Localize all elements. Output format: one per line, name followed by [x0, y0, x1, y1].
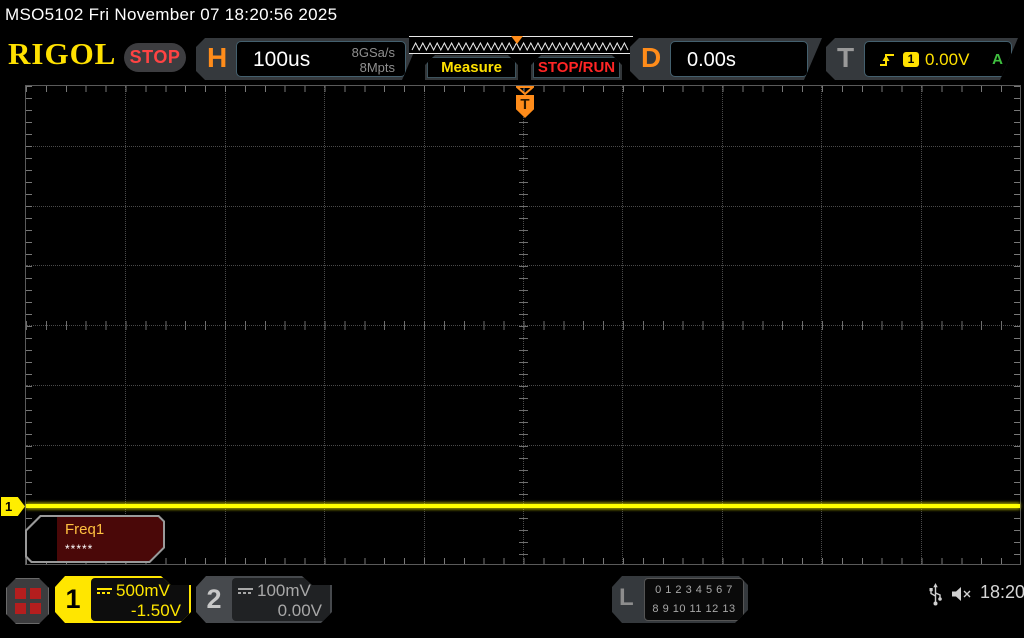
trigger-sweep-mode: A: [992, 51, 1003, 68]
trigger-position-marker[interactable]: T: [516, 86, 534, 118]
measurement-freq1-inner: Freq1 *****: [27, 517, 163, 561]
stop-run-button[interactable]: STOP/RUN: [531, 55, 622, 80]
dc-coupling-icon: [238, 588, 253, 594]
rising-edge-icon: [877, 50, 897, 69]
waveform-position-preview[interactable]: [409, 36, 633, 54]
sample-rate: 8GSa/s: [351, 45, 395, 60]
rigol-logo: RIGOL: [8, 36, 117, 71]
timebase-value-box: 100us 8GSa/s 8Mpts: [236, 41, 406, 77]
channel1-data: 500mV -1.50V: [91, 578, 189, 621]
trigger-marker-triangle-icon: [516, 86, 534, 95]
digital-label: L: [619, 584, 634, 611]
digital-channels-box[interactable]: L 0 1 2 3 4 5 6 7 8 9 10 11 12 13 14 15: [612, 576, 748, 623]
channel2-offset: 0.00V: [277, 601, 322, 620]
channel1-number: 1: [65, 584, 81, 614]
measure-button-label: Measure: [427, 57, 516, 78]
measurement-value: *****: [65, 542, 94, 556]
horizontal-label: H: [207, 42, 228, 73]
memory-depth: 8Mpts: [359, 60, 395, 75]
speaker-muted-icon: [952, 587, 971, 601]
trigger-value-box: 1 0.00V A: [864, 41, 1012, 77]
trigger-level-value: 0.00V: [925, 50, 970, 69]
digital-row2: 8 9 10 11 12 13 14 15: [652, 603, 736, 634]
acquisition-info: 8GSa/s 8Mpts: [352, 45, 395, 75]
clock: 18:20: [980, 582, 1024, 602]
delay-value: 0.00s: [687, 49, 736, 71]
horizontal-delay-control[interactable]: D 0.00s: [630, 38, 822, 80]
grid-center-axis-v-ticks: [519, 86, 528, 564]
trigger-source-badge: 1: [903, 52, 919, 67]
channel1-position-marker[interactable]: 1: [1, 497, 25, 516]
measurement-name: Freq1: [65, 521, 105, 538]
titlebar-text: MSO5102 Fri November 07 18:20:56 2025: [5, 5, 338, 24]
channel2-scale: 100mV: [257, 581, 311, 600]
measurement-freq1-box[interactable]: Freq1 *****: [25, 515, 165, 563]
channel1-offset: -1.50V: [130, 601, 181, 620]
dc-coupling-icon: [97, 588, 112, 594]
measure-button[interactable]: Measure: [425, 55, 518, 80]
trigger-control[interactable]: T 1 0.00V A: [826, 38, 1018, 80]
channel2-box[interactable]: 2 100mV 0.00V: [196, 576, 332, 623]
preview-trigger-position-icon[interactable]: [511, 36, 523, 44]
graticule: T: [25, 85, 1021, 565]
delay-value-box: 0.00s: [670, 41, 808, 77]
channel2-data: 100mV 0.00V: [232, 578, 330, 621]
delay-label: D: [641, 42, 662, 73]
horizontal-timebase-control[interactable]: H 100us 8GSa/s 8Mpts: [196, 38, 420, 80]
run-state-badge: STOP: [124, 43, 186, 72]
trigger-marker-badge: T: [516, 95, 534, 118]
bottom-bar: 1 500mV -1.50V 2 100mV 0.00V L 0 1 2 3 4…: [0, 565, 1024, 630]
timebase-value: 100us: [253, 48, 311, 71]
menu-button[interactable]: [6, 578, 49, 624]
digital-channel-list: 0 1 2 3 4 5 6 7 8 9 10 11 12 13 14 15: [644, 578, 744, 621]
stop-run-button-label: STOP/RUN: [533, 57, 620, 78]
usb-icon: [929, 583, 942, 606]
channel1-box[interactable]: 1 500mV -1.50V: [55, 576, 191, 623]
toolbar: RIGOL STOP H 100us 8GSa/s 8Mpts Measure …: [0, 30, 1024, 84]
channel2-number: 2: [206, 584, 222, 614]
trigger-label: T: [837, 42, 855, 73]
channel1-scale: 500mV: [116, 581, 170, 600]
digital-row1: 0 1 2 3 4 5 6 7: [655, 584, 733, 596]
channel1-trace: [26, 504, 1020, 508]
